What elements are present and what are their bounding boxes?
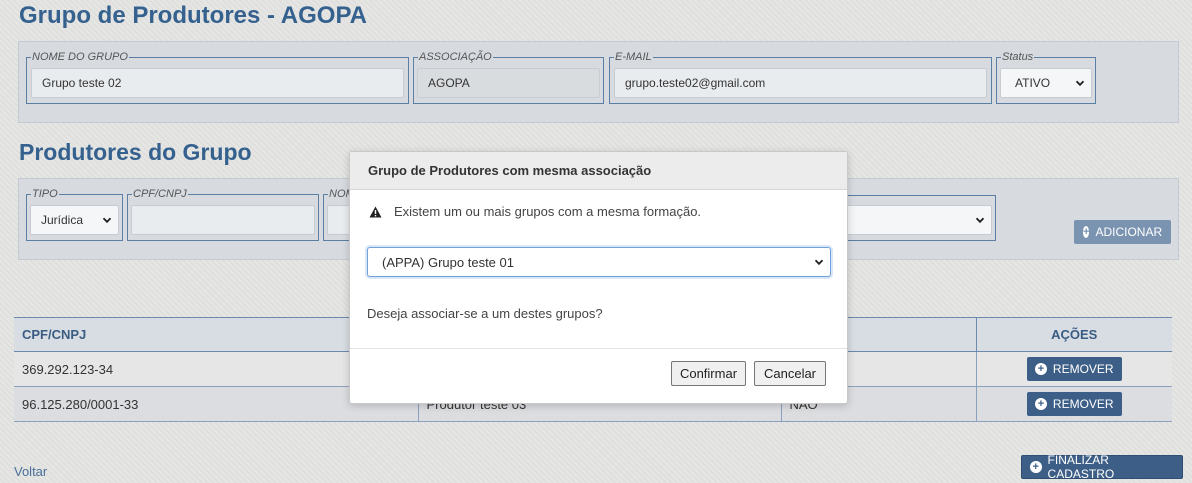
chevron-down-icon xyxy=(975,217,985,224)
status-label: Status xyxy=(1002,51,1034,63)
association-modal: Grupo de Produtores com mesma associação… xyxy=(349,151,848,404)
group-select-value: (APPA) Grupo teste 01 xyxy=(382,254,514,270)
group-select[interactable]: (APPA) Grupo teste 01 xyxy=(367,247,831,277)
confirm-button[interactable]: Confirmar xyxy=(671,361,746,386)
plus-circle-icon: + xyxy=(1034,363,1047,375)
back-link[interactable]: Voltar xyxy=(14,464,47,479)
finish-button[interactable]: + FINALIZAR CADASTRO xyxy=(1021,453,1183,481)
other-select[interactable] xyxy=(846,205,992,235)
section-title: Produtores do Grupo xyxy=(19,139,252,165)
status-select[interactable]: ATIVO xyxy=(1000,68,1092,98)
col-header-actions: AÇÕES xyxy=(975,317,1172,352)
group-name-input[interactable]: Grupo teste 02 xyxy=(31,68,404,98)
modal-footer-divider xyxy=(350,348,847,349)
status-value: ATIVO xyxy=(1015,76,1051,90)
association-input: AGOPA xyxy=(417,68,600,98)
add-button-label: ADICIONAR xyxy=(1095,225,1163,239)
add-button[interactable]: + ADICIONAR xyxy=(1074,220,1171,244)
cpf-label: CPF/CNPJ xyxy=(133,188,187,200)
finish-button-label: FINALIZAR CADASTRO xyxy=(1047,453,1115,481)
cpf-input[interactable] xyxy=(131,205,315,235)
type-label: TIPO xyxy=(32,188,58,200)
cancel-button[interactable]: Cancelar xyxy=(754,361,826,386)
remove-button[interactable]: + REMOVER xyxy=(1026,357,1122,381)
chevron-down-icon xyxy=(102,217,112,224)
email-label: E-MAIL xyxy=(615,51,652,63)
page-title: Grupo de Produtores - AGOPA xyxy=(19,2,368,29)
group-name-label: NOME DO GRUPO xyxy=(32,51,128,63)
remove-button[interactable]: + REMOVER xyxy=(1026,392,1122,416)
chevron-down-icon xyxy=(1075,80,1085,87)
warning-icon xyxy=(369,206,382,217)
modal-title: Grupo de Produtores com mesma associação xyxy=(350,152,847,190)
email-input[interactable]: grupo.teste02@gmail.com xyxy=(614,68,987,98)
remove-button-label: REMOVER xyxy=(1052,362,1114,376)
remove-button-label: REMOVER xyxy=(1052,397,1114,411)
modal-message: Existem um ou mais grupos com a mesma fo… xyxy=(369,204,701,219)
modal-message-text: Existem um ou mais grupos com a mesma fo… xyxy=(394,204,702,219)
chevron-down-icon xyxy=(814,259,824,266)
type-select[interactable]: Jurídica xyxy=(30,205,119,235)
plus-circle-icon: + xyxy=(1030,461,1042,473)
modal-question: Deseja associar-se a um destes grupos? xyxy=(367,306,603,321)
association-label: ASSOCIAÇÃO xyxy=(419,51,492,63)
plus-circle-icon: + xyxy=(1034,398,1047,410)
row-actions: + REMOVER xyxy=(975,386,1172,422)
plus-circle-icon: + xyxy=(1083,226,1090,238)
type-value: Jurídica xyxy=(41,213,84,227)
row-actions: + REMOVER xyxy=(975,351,1172,387)
